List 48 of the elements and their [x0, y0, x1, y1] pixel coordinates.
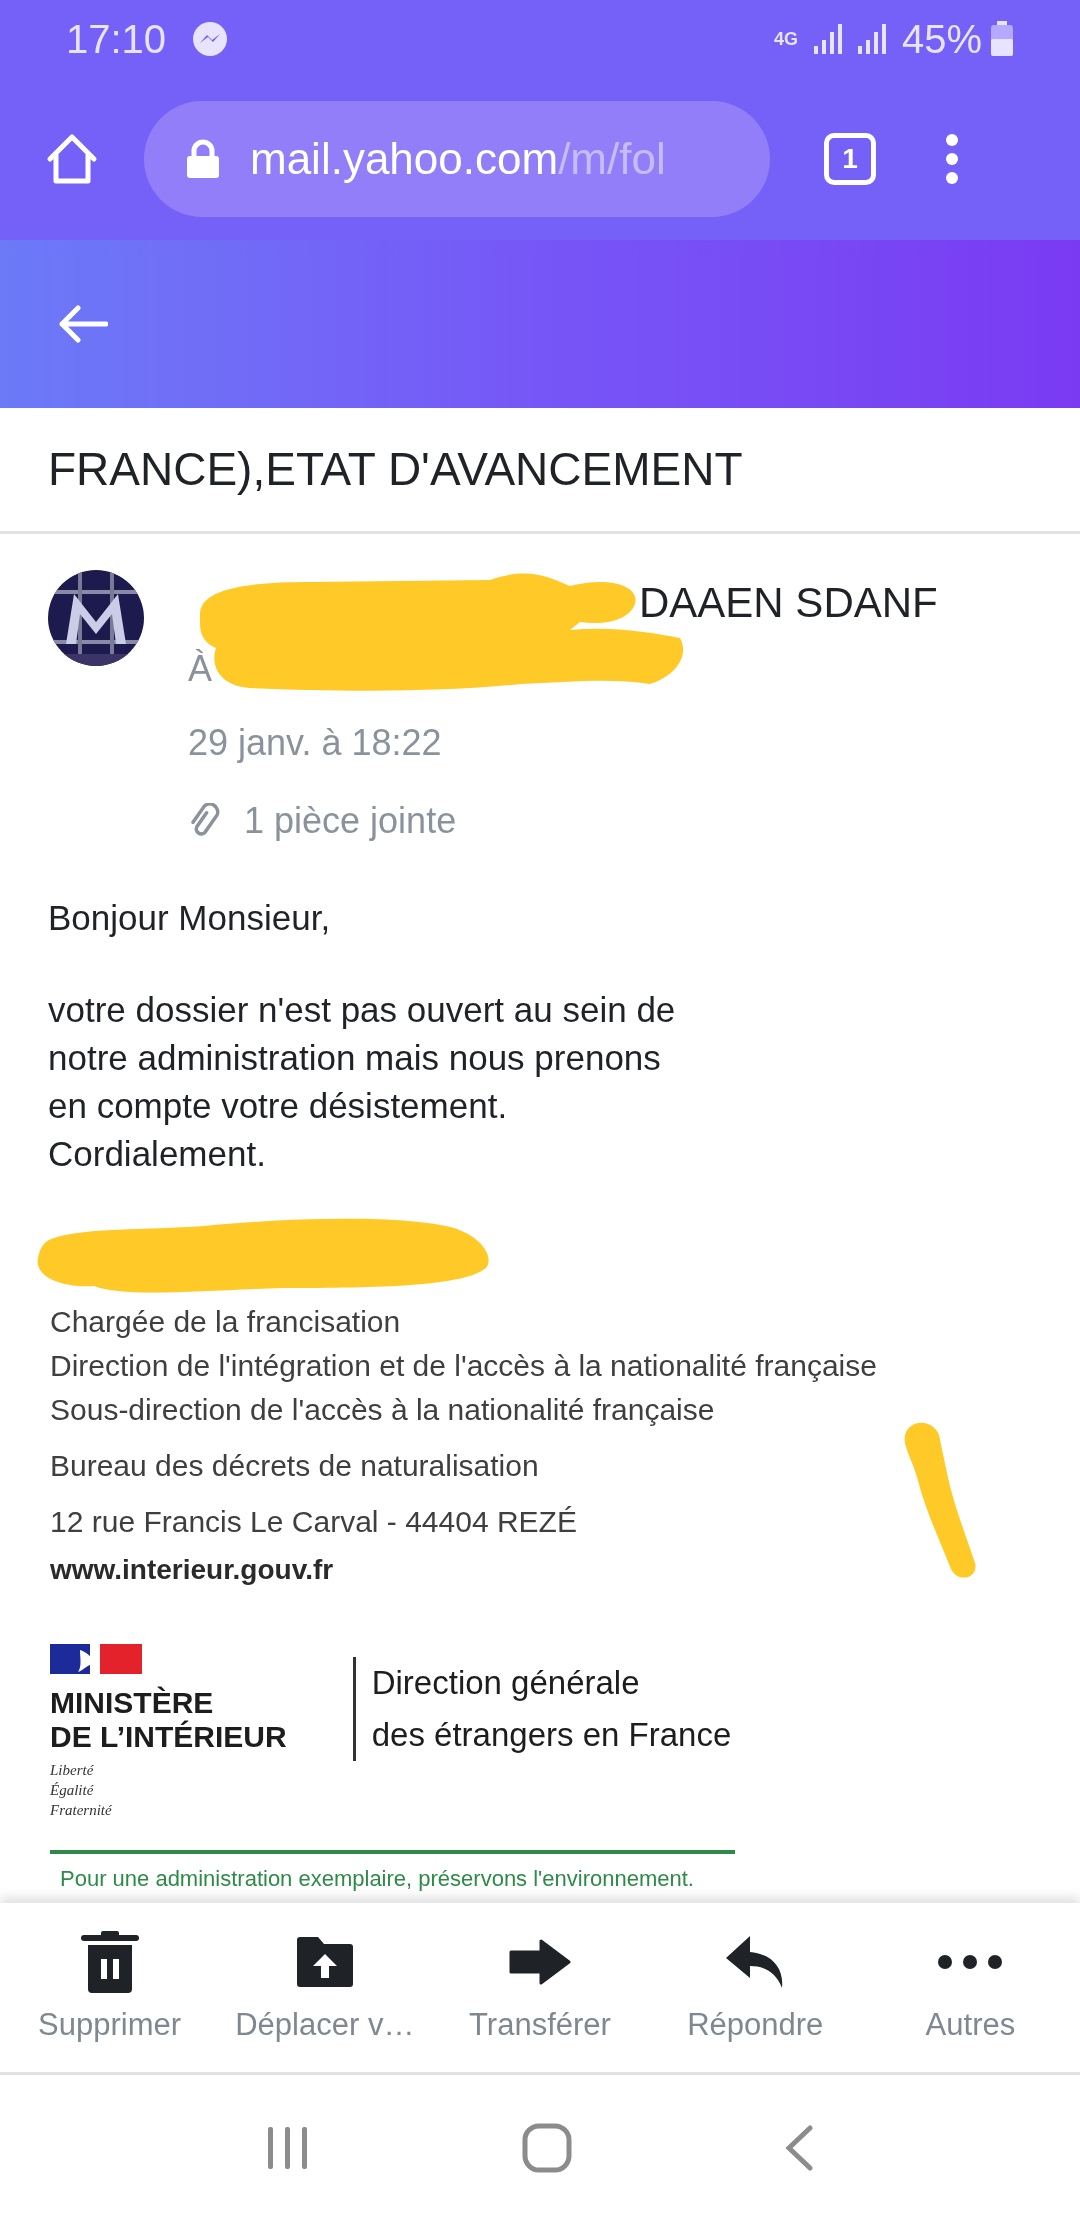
network-label: 4G — [773, 30, 798, 48]
recent-apps-icon[interactable] — [266, 2124, 310, 2171]
action-button[interactable]: Répondre — [647, 1903, 863, 2072]
back-icon[interactable] — [784, 2124, 814, 2171]
menu-icon[interactable] — [944, 133, 960, 185]
motto-text: Égalité — [50, 1781, 95, 1800]
signature-line: 12 rue Francis Le Carval - 44404 REZÉ — [50, 1504, 578, 1540]
flag-icon — [50, 1644, 142, 1676]
battery-icon — [990, 21, 1014, 57]
body-text: votre dossier n'est pas ouvert au sein de — [48, 989, 677, 1031]
home-button-icon[interactable] — [522, 2122, 572, 2173]
ministry-name: DE L’INTÉRIEUR — [50, 1720, 287, 1754]
more-icon — [937, 1954, 1004, 1970]
signature-line: Bureau des décrets de naturalisation — [50, 1448, 540, 1484]
ministry-name: MINISTÈRE — [50, 1686, 215, 1720]
action-button[interactable]: Déplacer v… — [217, 1903, 433, 2072]
signature-website[interactable]: www.interieur.gouv.fr — [50, 1548, 1030, 1592]
body-text: Bonjour Monsieur, — [48, 897, 332, 939]
body-text: notre administration mais nous prenons — [48, 1037, 662, 1079]
body-text: en compte votre désistement. — [48, 1085, 509, 1127]
trash-icon — [80, 1931, 139, 1993]
sender-name: DAAEN SDANF — [639, 578, 938, 628]
direction-name: des étrangers en France — [371, 1715, 732, 1755]
arrow-right-icon — [509, 1939, 571, 1985]
recipient-label: À — [188, 647, 213, 691]
email-subject: FRANCE),ETAT D'AVANCEMENT — [48, 442, 743, 497]
footer-note: Pour une administration exemplaire, préservons l'environnement. — [60, 1865, 695, 1893]
folder-upload-icon — [294, 1936, 355, 1988]
action-button[interactable]: Transférer — [432, 1903, 648, 2072]
back-arrow-icon[interactable] — [58, 304, 108, 344]
signature-line: Sous-direction de l'accès à la nationalité française — [50, 1392, 716, 1428]
tab-count[interactable]: 1 — [824, 133, 876, 185]
attachment-count[interactable]: 1 pièce jointe — [244, 788, 457, 854]
status-time: 17:10 — [66, 16, 167, 63]
lock-icon — [186, 139, 220, 179]
action-button[interactable]: Autres — [862, 1903, 1078, 2072]
battery-percent: 45% — [901, 16, 982, 63]
direction-name: Direction générale — [371, 1663, 641, 1703]
action-button[interactable]: Supprimer — [2, 1903, 218, 2072]
signature-line: Direction de l'intégration et de l'accès à la nationalité française — [50, 1348, 878, 1384]
url-text: mail.yahoo.com/m/fol — [250, 133, 666, 185]
address-bar[interactable]: mail.yahoo.com/m/fol — [144, 101, 770, 217]
signature-line: Chargée de la francisation — [50, 1304, 402, 1340]
body-text: Cordialement. — [48, 1133, 267, 1175]
messenger-icon — [192, 21, 229, 57]
motto-text: Liberté — [50, 1761, 95, 1780]
motto-text: Fraternité — [50, 1801, 113, 1820]
email-date: 29 janv. à 18:22 — [188, 721, 443, 765]
